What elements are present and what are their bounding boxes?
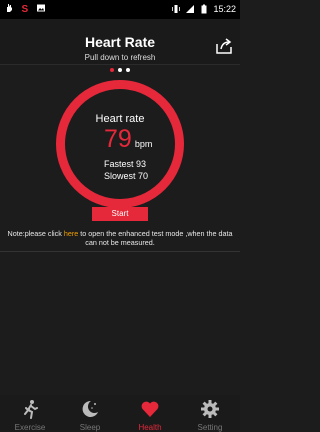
fastest-stat: Fastest 93 [104,159,146,169]
slowest-label: Slowest [104,171,136,181]
bpm-value: 79 [104,125,132,153]
nav-sleep[interactable]: Sleep [60,395,120,432]
system-icons: 15:22 [171,4,236,14]
slowest-value: 70 [138,171,149,181]
nav-label-sleep: Sleep [79,423,101,432]
page-title: Heart Rate [84,34,156,50]
nav-label-health: Health [138,423,162,432]
slowest-stat: Slowest 70 [104,171,148,181]
heart-icon [141,401,159,417]
nav-health[interactable]: Health [120,395,180,432]
moon-stars-icon [82,400,98,417]
vibrate-icon [172,5,181,13]
enhanced-mode-link[interactable]: here [64,229,78,238]
signal-icon [186,5,195,13]
page-dot [118,68,122,72]
start-button[interactable]: Start [92,207,148,221]
page-indicator [0,68,240,72]
note-prefix: Note:please click [7,229,64,238]
enhanced-mode-note: Note:please click here to open the enhan… [2,229,238,247]
nav-label-exercise: Exercise [14,423,46,432]
fastest-value: 93 [136,159,147,169]
share-icon[interactable] [214,36,234,56]
page-dot [126,68,130,72]
bpm-unit: bpm [134,139,153,149]
heart-rate-label: Heart rate [95,113,145,125]
s-app-icon: S [22,4,29,13]
svg-text:S: S [22,4,29,13]
page-dot [110,68,114,72]
nav-exercise[interactable]: Exercise [0,395,60,432]
status-bar: S 15:22 [0,0,240,19]
battery-icon [201,4,207,14]
divider [0,251,240,252]
nav-label-setting: Setting [197,423,223,432]
nav-setting[interactable]: Setting [180,395,240,432]
running-person-icon [24,400,38,419]
note-suffix: to open the enhanced test mode ,when the… [78,229,233,247]
bpm-readout: 79 bpm [104,125,152,154]
hand-icon [7,4,12,12]
notification-icons: S [4,3,46,13]
gear-icon [201,400,219,418]
status-time: 15:22 [213,4,236,14]
bottom-nav: Exercise Sleep Health Setting [0,395,240,432]
header: Heart Rate Pull down to refresh [0,19,240,65]
pull-to-refresh-hint: Pull down to refresh [84,53,156,62]
image-icon [37,4,45,12]
fastest-label: Fastest [104,159,134,169]
